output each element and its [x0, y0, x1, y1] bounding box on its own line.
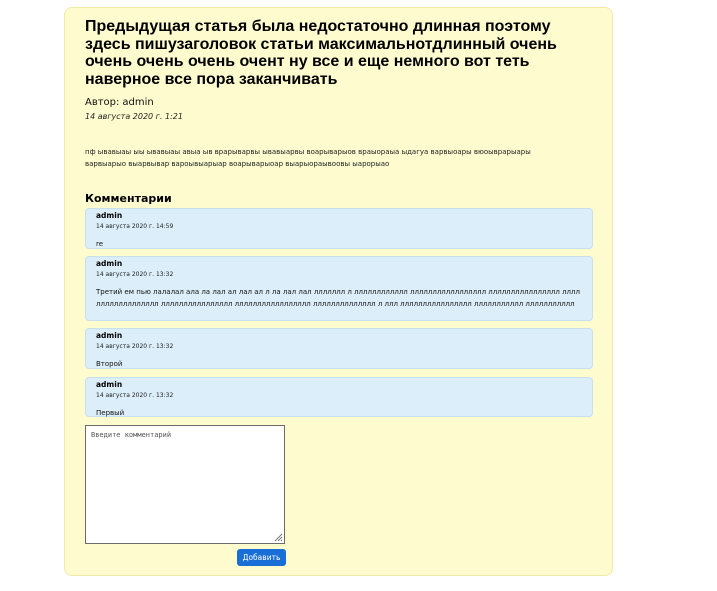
author-name: admin: [122, 97, 154, 108]
comment-textarea[interactable]: [85, 425, 285, 544]
comment-author: admin: [96, 259, 123, 268]
comment-date: 14 августа 2020 г. 13:32: [96, 392, 174, 399]
article-title: Предыдущая статья была недостаточно длин…: [85, 18, 557, 88]
comment-item: admin 14 августа 2020 г. 13:32 Второй: [85, 328, 593, 369]
comment-author: admin: [96, 331, 123, 340]
comments-heading: Комментарии: [85, 192, 172, 205]
comment-date: 14 августа 2020 г. 14:59: [96, 223, 174, 230]
comment-text: Второй: [96, 360, 123, 368]
comment-date: 14 августа 2020 г. 13:32: [96, 343, 174, 350]
article-card: Предыдущая статья была недостаточно длин…: [64, 7, 613, 576]
comment-text: Первый: [96, 409, 125, 417]
author-label: Автор:: [85, 97, 120, 108]
comment-text: Третий ем пью лалалал ала ла лал ал лал …: [96, 288, 580, 308]
add-comment-button[interactable]: Добавить: [237, 549, 286, 566]
article-date: 14 августа 2020 г. 1:21: [85, 112, 183, 121]
comment-author: admin: [96, 380, 123, 389]
comment-author: admin: [96, 211, 123, 220]
comment-date: 14 августа 2020 г. 13:32: [96, 271, 174, 278]
resize-grip-icon[interactable]: [273, 532, 283, 542]
article-author: Автор: admin: [85, 97, 154, 108]
comment-item: admin 14 августа 2020 г. 13:32 Первый: [85, 377, 593, 417]
comment-item: admin 14 августа 2020 г. 13:32 Третий ем…: [85, 256, 593, 321]
article-body: пф ывавыаы ыы ывавыаы авыа ыв врарыварвы…: [85, 148, 531, 168]
comment-text: re: [96, 240, 104, 248]
comment-item: admin 14 августа 2020 г. 14:59 re: [85, 208, 593, 249]
